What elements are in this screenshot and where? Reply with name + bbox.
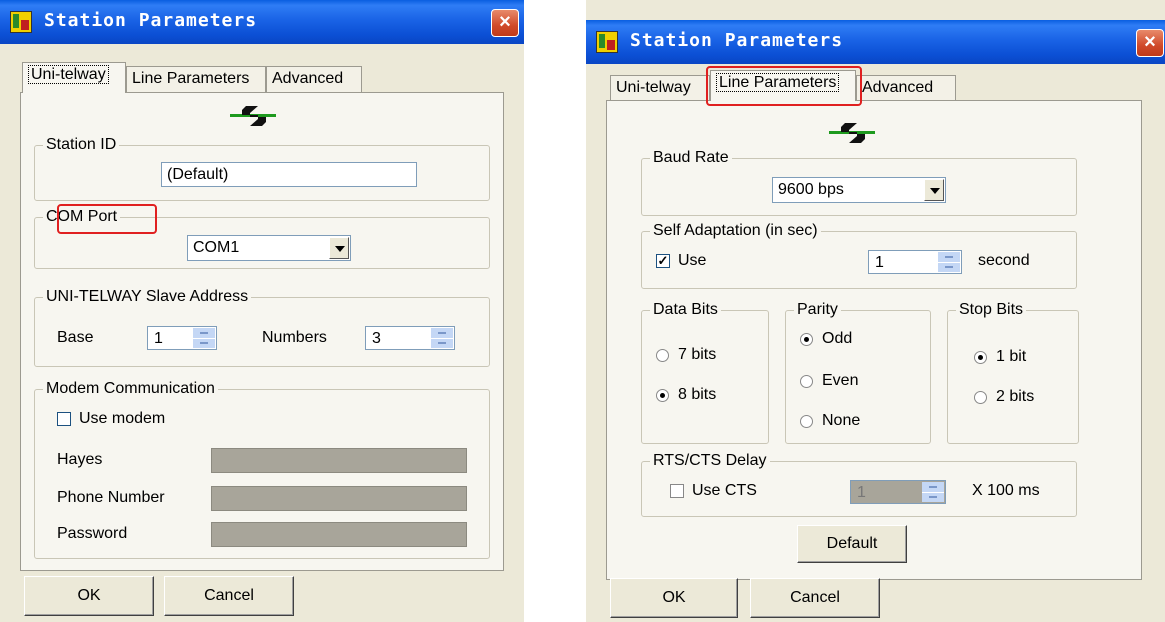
slave-address-group: UNI-TELWAY Slave Address Base 1 Numbers … [34, 287, 490, 367]
station-id-label: Station ID [43, 135, 120, 155]
radio-none-label: None [822, 412, 861, 429]
left-dialog-window: Station Parameters × Uni-telway Line Par… [0, 0, 524, 622]
line-parameters-highlight [706, 66, 862, 106]
data-bits-group: Data Bits 7 bits 8 bits [641, 300, 769, 444]
modem-label: Modem Communication [43, 379, 218, 399]
base-value: 1 [154, 330, 163, 347]
baud-rate-value: 9600 bps [778, 181, 844, 198]
radio-8-bits-label: 8 bits [678, 386, 717, 403]
self-adaptation-unit: second [978, 252, 1030, 269]
tab-line-parameters[interactable]: Line Parameters [126, 66, 266, 92]
baud-rate-group: Baud Rate 9600 bps [641, 148, 1077, 216]
com-port-highlight [57, 204, 157, 234]
tab-strip: Uni-telway Line Parameters Advanced [610, 70, 1130, 101]
app-icon [596, 31, 618, 53]
self-adaptation-group: Self Adaptation (in sec) ✓ Use 1 second [641, 221, 1077, 289]
password-label: Password [57, 525, 128, 542]
use-cts-label: Use CTS [692, 482, 757, 499]
data-bits-label: Data Bits [650, 300, 721, 320]
phone-number-label: Phone Number [57, 489, 165, 506]
tab-strip: Uni-telway Line Parameters Advanced [22, 62, 502, 93]
right-dialog-window: Station Parameters × Uni-telway Line Par… [586, 0, 1165, 622]
rts-cts-value: 1 [857, 484, 866, 501]
chevron-down-icon[interactable] [924, 179, 944, 201]
spinner-arrows-icon[interactable] [922, 482, 944, 502]
cancel-button[interactable]: Cancel [750, 578, 880, 618]
baud-rate-select[interactable]: 9600 bps [772, 177, 946, 203]
com-port-select[interactable]: COM1 [187, 235, 351, 261]
rts-cts-unit: X 100 ms [972, 482, 1040, 499]
use-self-adaptation-label: Use [678, 252, 707, 269]
parity-group: Parity Odd Even None [785, 300, 931, 444]
radio-even[interactable] [800, 375, 813, 388]
window-title: Station Parameters [44, 10, 258, 31]
ok-button[interactable]: OK [24, 576, 154, 616]
hayes-label: Hayes [57, 451, 103, 468]
numbers-label: Numbers [262, 329, 327, 346]
close-button[interactable]: × [1136, 29, 1164, 57]
self-adaptation-value: 1 [875, 254, 884, 271]
tab-advanced[interactable]: Advanced [266, 66, 362, 92]
station-id-group: Station ID (Default) [34, 135, 490, 201]
numbers-value: 3 [372, 330, 381, 347]
stop-bits-group: Stop Bits 1 bit 2 bits [947, 300, 1079, 444]
radio-7-bits[interactable] [656, 349, 669, 362]
parity-label: Parity [794, 300, 841, 320]
radio-2-bits-label: 2 bits [996, 388, 1035, 405]
default-button[interactable]: Default [797, 525, 907, 563]
numbers-spinner[interactable]: 3 [365, 326, 455, 350]
baud-rate-label: Baud Rate [650, 148, 732, 168]
spinner-arrows-icon[interactable] [431, 328, 453, 348]
self-adaptation-label: Self Adaptation (in sec) [650, 221, 821, 241]
radio-odd[interactable] [800, 333, 813, 346]
hayes-field[interactable] [211, 448, 467, 473]
radio-7-bits-label: 7 bits [678, 346, 717, 363]
use-cts-checkbox[interactable] [670, 484, 684, 498]
radio-none[interactable] [800, 415, 813, 428]
tab-panel: Station ID (Default) COM Port COM1 UNI-T… [20, 92, 504, 571]
use-self-adaptation-checkbox[interactable]: ✓ [656, 254, 670, 268]
self-adaptation-spinner[interactable]: 1 [868, 250, 962, 274]
window-title: Station Parameters [630, 30, 844, 51]
spinner-arrows-icon[interactable] [193, 328, 215, 348]
radio-1-bit[interactable] [974, 351, 987, 364]
uni-telway-logo-icon [230, 106, 276, 126]
stop-bits-label: Stop Bits [956, 300, 1027, 320]
rts-cts-label: RTS/CTS Delay [650, 451, 770, 471]
chevron-down-icon[interactable] [329, 237, 349, 259]
rts-cts-group: RTS/CTS Delay Use CTS 1 X 100 ms [641, 451, 1077, 517]
app-icon [10, 11, 32, 33]
ok-button[interactable]: OK [610, 578, 738, 618]
modem-group: Modem Communication Use modem Hayes Phon… [34, 379, 490, 559]
base-spinner[interactable]: 1 [147, 326, 217, 350]
use-modem-label: Use modem [79, 410, 166, 427]
cancel-button[interactable]: Cancel [164, 576, 294, 616]
radio-8-bits[interactable] [656, 389, 669, 402]
station-id-input[interactable]: (Default) [161, 162, 417, 187]
close-button[interactable]: × [491, 9, 519, 37]
rts-cts-spinner[interactable]: 1 [850, 480, 946, 504]
com-port-value: COM1 [193, 239, 240, 256]
tab-uni-telway[interactable]: Uni-telway [610, 75, 710, 101]
title-bar[interactable]: Station Parameters × [586, 20, 1165, 64]
tab-advanced[interactable]: Advanced [856, 75, 956, 101]
title-bar[interactable]: Station Parameters × [0, 0, 524, 44]
radio-1-bit-label: 1 bit [996, 348, 1027, 365]
phone-number-field[interactable] [211, 486, 467, 511]
base-label: Base [57, 329, 94, 346]
tab-panel: Baud Rate 9600 bps Self Adaptation (in s… [606, 100, 1142, 580]
spinner-arrows-icon[interactable] [938, 252, 960, 272]
use-modem-checkbox[interactable] [57, 412, 71, 426]
slave-address-label: UNI-TELWAY Slave Address [43, 287, 252, 307]
password-field[interactable] [211, 522, 467, 547]
uni-telway-logo-icon [829, 123, 875, 143]
radio-2-bits[interactable] [974, 391, 987, 404]
tab-uni-telway[interactable]: Uni-telway [22, 62, 126, 93]
radio-even-label: Even [822, 372, 859, 389]
radio-odd-label: Odd [822, 330, 853, 347]
